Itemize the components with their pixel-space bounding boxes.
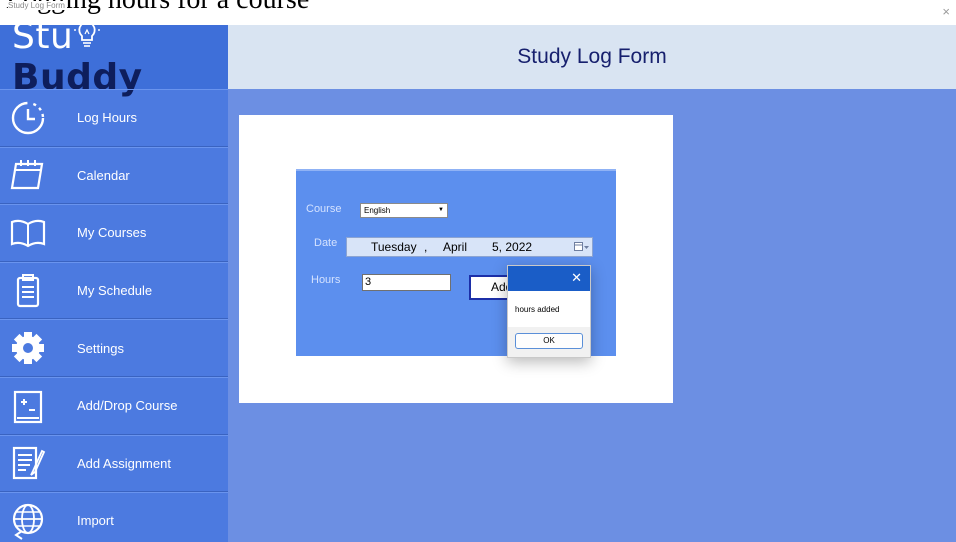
window-title: Study Log Form (8, 1, 67, 10)
dialog-message: hours added (515, 305, 560, 314)
sidebar-item-label: Import (77, 513, 114, 529)
date-weekday: Tuesday (371, 240, 417, 254)
date-separator: , (424, 240, 428, 254)
page-title: Study Log Form (517, 45, 667, 68)
sidebar-item-label: My Courses (77, 225, 147, 241)
window-close-icon[interactable]: × (942, 5, 950, 18)
dialog-footer: OK (508, 327, 590, 357)
dialog-title-bar: ✕ (508, 266, 590, 291)
sidebar-item-add-drop-course[interactable]: Add/Drop Course (0, 376, 228, 435)
sidebar-item-calendar[interactable]: Calendar (0, 146, 228, 205)
course-label: Course (306, 203, 342, 215)
chevron-down-icon: ▼ (438, 207, 444, 213)
sidebar-nav: Log Hours Calendar My Courses My Schedul… (0, 89, 228, 542)
date-day-year: 5, 2022 (492, 240, 533, 254)
sidebar-item-add-assignment[interactable]: Add Assignment (0, 434, 228, 493)
clock-icon (8, 98, 48, 138)
sidebar-item-label: Calendar (77, 167, 130, 183)
form-card: Course English ▼ Date Tuesday , April 5,… (239, 115, 673, 403)
clipboard-icon (8, 271, 48, 311)
logo-text-part1: Stu (12, 16, 74, 57)
main-content: Course English ▼ Date Tuesday , April 5,… (228, 89, 956, 542)
notepad-icon (8, 443, 48, 483)
book-icon (8, 213, 48, 253)
hours-input[interactable]: 3 (362, 274, 451, 291)
sidebar: Stu Buddy Log Hours Calendar My Courses … (0, 16, 228, 542)
sidebar-item-log-hours[interactable]: Log Hours (0, 89, 228, 147)
dialog-close-icon[interactable]: ✕ (571, 270, 582, 286)
sidebar-item-import[interactable]: Import (0, 492, 228, 542)
sidebar-item-label: Log Hours (77, 110, 137, 126)
sidebar-item-label: Add/Drop Course (77, 398, 178, 414)
calendar-icon (8, 155, 48, 195)
calendar-dropdown-icon (574, 242, 589, 251)
ok-button[interactable]: OK (515, 333, 583, 349)
sidebar-item-label: Add Assignment (77, 455, 171, 471)
app-logo: Stu Buddy (0, 16, 228, 98)
date-month: April (443, 240, 468, 254)
gear-icon (8, 328, 48, 368)
sidebar-item-label: Settings (77, 340, 124, 356)
lightbulb-icon (74, 17, 101, 47)
sidebar-item-my-schedule[interactable]: My Schedule (0, 261, 228, 320)
course-selected-value: English (364, 206, 391, 215)
course-dropdown[interactable]: English ▼ (360, 203, 448, 218)
plus-minus-icon (8, 386, 48, 426)
page-header: Study Log Form (228, 25, 956, 89)
sidebar-item-my-courses[interactable]: My Courses (0, 204, 228, 262)
date-label: Date (314, 237, 338, 249)
sidebar-item-settings[interactable]: Settings (0, 319, 228, 377)
message-dialog: ✕ hours added OK (507, 265, 591, 358)
sidebar-item-label: My Schedule (77, 283, 153, 299)
date-picker[interactable]: Tuesday , April 5, 2022 (346, 237, 593, 257)
globe-icon (8, 501, 48, 541)
hours-label: Hours (311, 274, 341, 286)
